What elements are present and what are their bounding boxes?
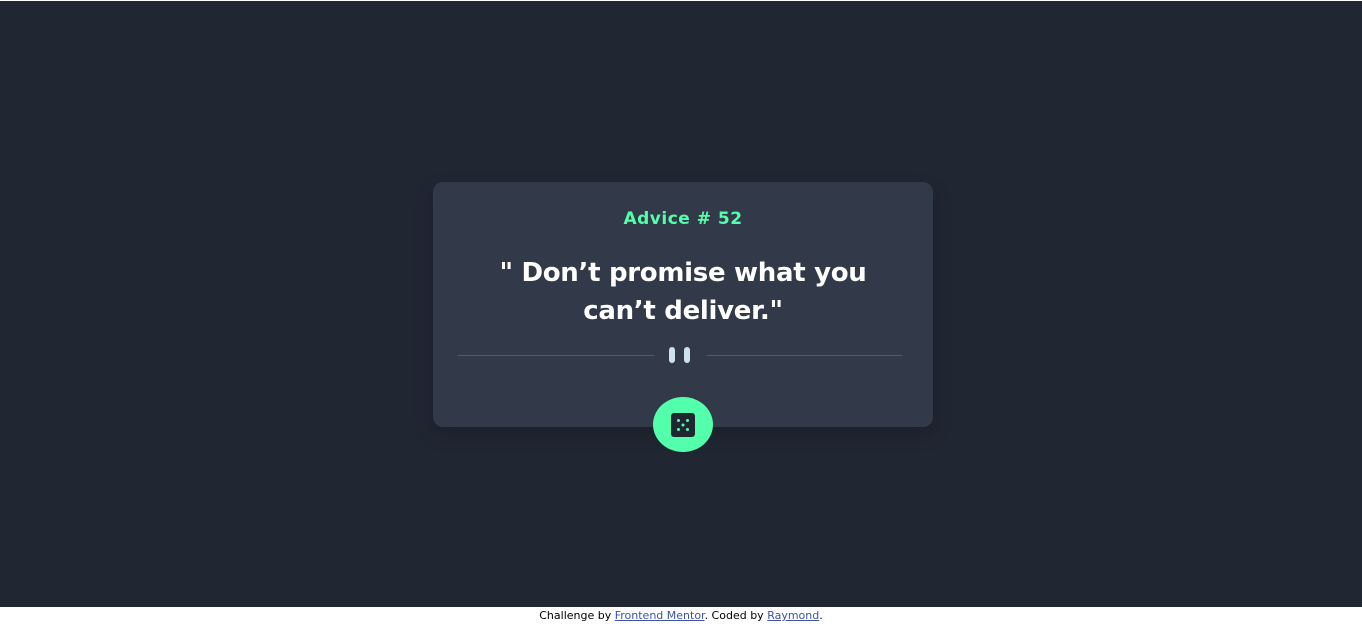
divider-left <box>458 355 654 356</box>
page: Advice # 52 " Don’t promise what you can… <box>0 0 1362 626</box>
footer-coded-by-prefix: . Coded by <box>704 609 768 622</box>
pause-bar-left <box>669 347 675 363</box>
divider-right <box>707 355 902 356</box>
author-link[interactable]: Raymond <box>767 609 819 622</box>
dice-icon <box>671 413 695 437</box>
footer-suffix: . <box>819 609 823 622</box>
advice-heading: Advice # 52 <box>623 209 743 229</box>
pause-bar-right <box>684 347 690 363</box>
footer-challenge-prefix: Challenge by <box>539 609 615 622</box>
advice-card: Advice # 52 " Don’t promise what you can… <box>433 182 933 427</box>
frontend-mentor-link[interactable]: Frontend Mentor <box>615 609 705 622</box>
pause-icon <box>669 347 691 363</box>
new-advice-button[interactable] <box>653 397 713 452</box>
attribution-footer: Challenge by Frontend Mentor. Coded by R… <box>0 607 1362 626</box>
advice-quote: " Don’t promise what you can’t deliver." <box>499 258 867 326</box>
